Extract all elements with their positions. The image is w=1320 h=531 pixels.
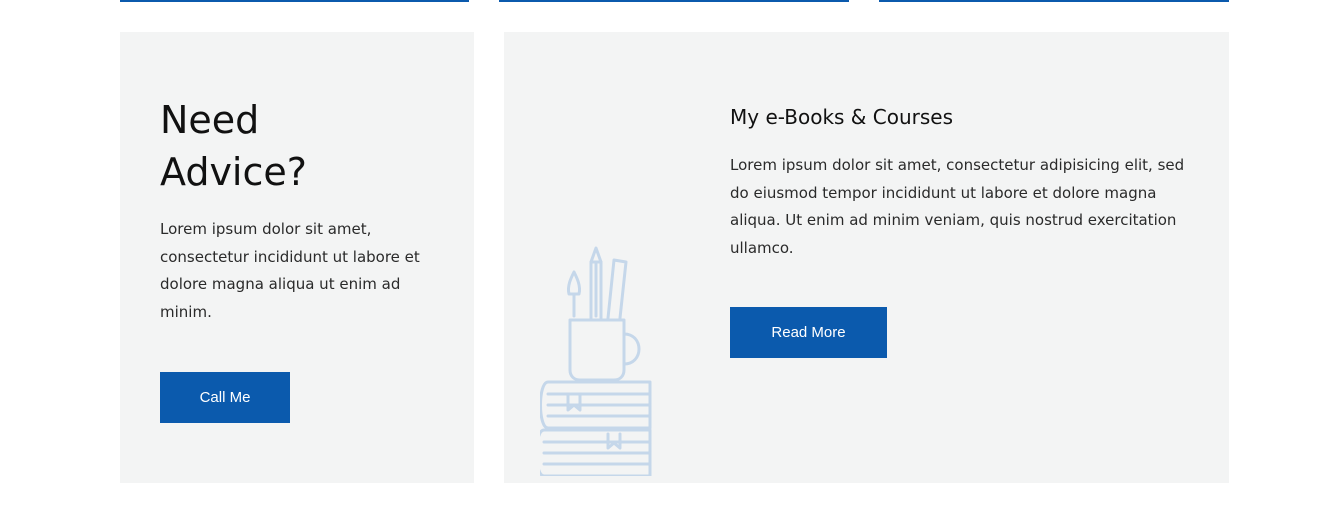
top-rule-left xyxy=(120,0,469,2)
top-rule-middle xyxy=(499,0,849,2)
heading-line-1: Need xyxy=(160,98,260,142)
top-rule-right xyxy=(879,0,1229,2)
ebooks-courses-card: My e-Books & Courses Lorem ipsum dolor s… xyxy=(504,32,1229,483)
need-advice-card: Need Advice? Lorem ipsum dolor sit amet,… xyxy=(120,32,474,483)
call-me-button[interactable]: Call Me xyxy=(160,372,290,423)
books-and-pencil-cup-icon xyxy=(540,246,652,476)
need-advice-heading: Need Advice? xyxy=(160,94,420,198)
advice-description: Lorem ipsum dolor sit amet, consectetur … xyxy=(160,220,420,321)
ebooks-description: Lorem ipsum dolor sit amet, consectetur … xyxy=(730,156,1185,257)
ebooks-courses-heading: My e-Books & Courses xyxy=(730,105,954,129)
read-more-button[interactable]: Read More xyxy=(730,307,887,358)
heading-line-2: Advice? xyxy=(160,150,307,194)
